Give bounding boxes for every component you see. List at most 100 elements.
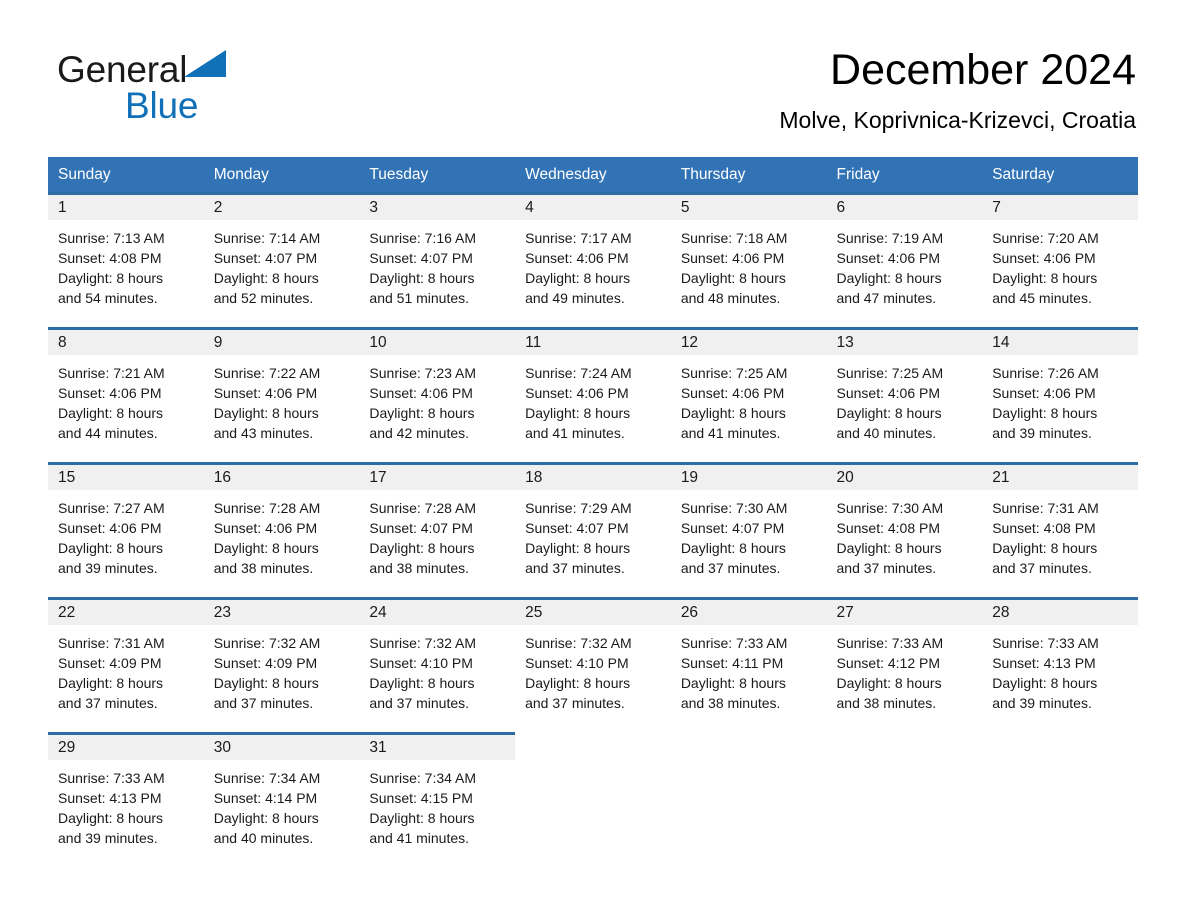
sunrise-text: Sunrise: 7:33 AM bbox=[836, 635, 944, 651]
sunset-text: Sunset: 4:06 PM bbox=[836, 385, 941, 401]
calendar-day-cell[interactable]: 19 Sunrise: 7:30 AM Sunset: 4:07 PM Dayligh… bbox=[670, 462, 827, 591]
sunset-text: Sunset: 4:07 PM bbox=[369, 520, 473, 536]
day-number-band: 3 bbox=[359, 195, 516, 220]
daylight-text-line1: Daylight: 8 hours bbox=[992, 270, 1098, 286]
calendar-day-cell[interactable]: 27 Sunrise: 7:33 AM Sunset: 4:12 PM Dayligh… bbox=[826, 597, 983, 726]
calendar-day-cell[interactable]: 3 Sunrise: 7:16 AM Sunset: 4:07 PM Daylight… bbox=[359, 192, 516, 321]
day-number: 6 bbox=[836, 199, 846, 216]
daylight-text-line2: and 38 minutes. bbox=[836, 695, 937, 711]
brand-logo[interactable]: General Blue bbox=[57, 48, 357, 128]
day-number: 18 bbox=[525, 469, 543, 486]
sunset-text: Sunset: 4:11 PM bbox=[680, 655, 784, 671]
day-cell-details: Sunrise: 7:22 AM Sunset: 4:06 PM Daylight:… bbox=[204, 355, 360, 443]
day-number: 28 bbox=[992, 604, 1010, 621]
sunrise-text: Sunrise: 7:26 AM bbox=[992, 365, 1099, 381]
daylight-text-line1: Daylight: 8 hours bbox=[58, 270, 164, 286]
calendar-day-cell[interactable]: 2 Sunrise: 7:14 AM Sunset: 4:07 PM Daylight… bbox=[203, 192, 360, 321]
day-cell-inner: 15 Sunrise: 7:27 AM Sunset: 4:06 PM Dayligh… bbox=[48, 462, 204, 591]
day-number-band: 19 bbox=[670, 465, 827, 490]
calendar-day-cell[interactable]: 17 Sunrise: 7:28 AM Sunset: 4:07 PM Dayligh… bbox=[359, 462, 516, 591]
day-number: 5 bbox=[680, 199, 690, 216]
daylight-text-line2: and 54 minutes. bbox=[58, 290, 158, 306]
day-number: 1 bbox=[58, 199, 67, 216]
day-cell-inner: 13 Sunrise: 7:25 AM Sunset: 4:06 PM Dayligh… bbox=[826, 327, 983, 456]
calendar-day-cell[interactable]: 24 Sunrise: 7:32 AM Sunset: 4:10 PM Dayligh… bbox=[359, 597, 516, 726]
calendar-day-cell[interactable]: 25 Sunrise: 7:32 AM Sunset: 4:10 PM Dayligh… bbox=[515, 597, 671, 726]
daylight-text-line1: Daylight: 8 hours bbox=[58, 810, 164, 826]
calendar-day-cell[interactable]: 8 Sunrise: 7:21 AM Sunset: 4:06 PM Daylight… bbox=[48, 327, 204, 456]
daylight-text-line2: and 38 minutes. bbox=[369, 560, 470, 576]
daylight-text-line1: Daylight: 8 hours bbox=[369, 270, 475, 286]
day-cell-details: Sunrise: 7:24 AM Sunset: 4:06 PM Daylight:… bbox=[515, 355, 671, 443]
day-number-band: 14 bbox=[982, 330, 1138, 355]
sunset-text: Sunset: 4:12 PM bbox=[836, 655, 941, 671]
calendar-day-cell[interactable]: 14 Sunrise: 7:26 AM Sunset: 4:06 PM Dayligh… bbox=[982, 327, 1138, 456]
day-number-band: 15 bbox=[48, 465, 204, 490]
calendar-day-cell[interactable]: 28 Sunrise: 7:33 AM Sunset: 4:13 PM Dayligh… bbox=[982, 597, 1138, 726]
calendar-day-cell[interactable]: 12 Sunrise: 7:25 AM Sunset: 4:06 PM Dayligh… bbox=[670, 327, 827, 456]
day-number: 26 bbox=[680, 604, 699, 621]
daylight-text-line1: Daylight: 8 hours bbox=[680, 540, 786, 556]
daylight-text-line2: and 39 minutes. bbox=[58, 830, 158, 846]
day-number: 14 bbox=[992, 334, 1010, 351]
day-number: 11 bbox=[525, 334, 542, 351]
day-number-band: 29 bbox=[48, 735, 204, 760]
day-cell-details: Sunrise: 7:34 AM Sunset: 4:15 PM Daylight:… bbox=[359, 760, 515, 848]
day-cell-details: Sunrise: 7:21 AM Sunset: 4:06 PM Daylight:… bbox=[48, 355, 204, 443]
calendar-day-cell[interactable]: 29 Sunrise: 7:33 AM Sunset: 4:13 PM Dayligh… bbox=[48, 732, 204, 861]
weekday-header-thursday: Thursday bbox=[670, 157, 827, 192]
daylight-text-line1: Daylight: 8 hours bbox=[680, 675, 786, 691]
day-number: 7 bbox=[992, 199, 1001, 216]
calendar-day-cell[interactable]: 21 Sunrise: 7:31 AM Sunset: 4:08 PM Dayligh… bbox=[982, 462, 1138, 591]
day-number-band: 7 bbox=[982, 195, 1138, 220]
calendar-day-cell[interactable]: 31 Sunrise: 7:34 AM Sunset: 4:15 PM Dayligh… bbox=[359, 732, 516, 861]
calendar-day-cell[interactable]: 15 Sunrise: 7:27 AM Sunset: 4:06 PM Dayligh… bbox=[48, 462, 204, 591]
daylight-text-line2: and 38 minutes. bbox=[680, 695, 781, 711]
calendar-day-cell[interactable]: 5 Sunrise: 7:18 AM Sunset: 4:06 PM Daylight… bbox=[670, 192, 827, 321]
calendar-day-cell[interactable]: 10 Sunrise: 7:23 AM Sunset: 4:06 PM Dayligh… bbox=[359, 327, 516, 456]
calendar-day-cell[interactable]: 7 Sunrise: 7:20 AM Sunset: 4:06 PM Daylight… bbox=[982, 192, 1138, 321]
day-cell-details: Sunrise: 7:32 AM Sunset: 4:09 PM Daylight:… bbox=[204, 625, 360, 713]
sunset-text: Sunset: 4:10 PM bbox=[525, 655, 629, 671]
day-number: 31 bbox=[369, 739, 387, 756]
day-cell-details: Sunrise: 7:27 AM Sunset: 4:06 PM Daylight:… bbox=[48, 490, 204, 578]
calendar-day-cell[interactable]: 18 Sunrise: 7:29 AM Sunset: 4:07 PM Dayligh… bbox=[515, 462, 671, 591]
day-cell-inner: 21 Sunrise: 7:31 AM Sunset: 4:08 PM Dayligh… bbox=[982, 462, 1138, 591]
calendar-day-cell[interactable]: 11 Sunrise: 7:24 AM Sunset: 4:06 PM Dayligh… bbox=[515, 327, 671, 456]
day-number: 16 bbox=[213, 469, 231, 486]
day-cell-details: Sunrise: 7:34 AM Sunset: 4:14 PM Daylight:… bbox=[204, 760, 360, 848]
sunset-text: Sunset: 4:07 PM bbox=[680, 520, 785, 536]
calendar-day-cell[interactable]: 4 Sunrise: 7:17 AM Sunset: 4:06 PM Daylight… bbox=[515, 192, 671, 321]
day-number-band: 5 bbox=[670, 195, 827, 220]
weekday-header-wednesday: Wednesday bbox=[515, 157, 671, 192]
day-number: 24 bbox=[369, 604, 387, 621]
calendar-day-cell[interactable]: 20 Sunrise: 7:30 AM Sunset: 4:08 PM Dayligh… bbox=[826, 462, 983, 591]
daylight-text-line2: and 37 minutes. bbox=[369, 695, 470, 711]
sunset-text: Sunset: 4:09 PM bbox=[58, 655, 162, 671]
sunset-text: Sunset: 4:13 PM bbox=[58, 790, 162, 806]
calendar-day-cell[interactable]: 16 Sunrise: 7:28 AM Sunset: 4:06 PM Dayligh… bbox=[203, 462, 360, 591]
title-block: December 2024 Molve, Koprivnica-Krizevci… bbox=[779, 44, 1136, 134]
day-number: 27 bbox=[836, 604, 854, 621]
day-cell-details: Sunrise: 7:26 AM Sunset: 4:06 PM Daylight:… bbox=[982, 355, 1138, 443]
calendar-day-cell[interactable]: 30 Sunrise: 7:34 AM Sunset: 4:14 PM Dayligh… bbox=[203, 732, 360, 861]
calendar-day-cell[interactable]: 26 Sunrise: 7:33 AM Sunset: 4:11 PM Dayligh… bbox=[670, 597, 827, 726]
sunset-text: Sunset: 4:06 PM bbox=[680, 385, 785, 401]
calendar-day-cell[interactable]: 1 Sunrise: 7:13 AM Sunset: 4:08 PM Daylight… bbox=[48, 192, 204, 321]
calendar-day-cell[interactable]: 22 Sunrise: 7:31 AM Sunset: 4:09 PM Dayligh… bbox=[48, 597, 204, 726]
day-cell-details: Sunrise: 7:33 AM Sunset: 4:13 PM Daylight:… bbox=[982, 625, 1138, 713]
day-number-band: 30 bbox=[203, 735, 360, 760]
daylight-text-line1: Daylight: 8 hours bbox=[58, 540, 164, 556]
sunrise-text: Sunrise: 7:25 AM bbox=[836, 365, 944, 381]
day-number-band: 17 bbox=[359, 465, 516, 490]
sunset-text: Sunset: 4:08 PM bbox=[58, 250, 162, 266]
calendar-day-cell[interactable]: 6 Sunrise: 7:19 AM Sunset: 4:06 PM Daylight… bbox=[826, 192, 983, 321]
sunset-text: Sunset: 4:06 PM bbox=[213, 520, 318, 536]
day-cell-details: Sunrise: 7:17 AM Sunset: 4:06 PM Daylight:… bbox=[515, 220, 671, 308]
calendar-day-cell[interactable]: 13 Sunrise: 7:25 AM Sunset: 4:06 PM Dayligh… bbox=[826, 327, 983, 456]
day-cell-inner: 10 Sunrise: 7:23 AM Sunset: 4:06 PM Dayligh… bbox=[359, 327, 516, 456]
sunrise-text: Sunrise: 7:30 AM bbox=[680, 500, 788, 516]
calendar-day-cell[interactable]: 9 Sunrise: 7:22 AM Sunset: 4:06 PM Daylight… bbox=[203, 327, 360, 456]
day-cell-inner: 17 Sunrise: 7:28 AM Sunset: 4:07 PM Dayligh… bbox=[359, 462, 516, 591]
calendar-day-cell[interactable]: 23 Sunrise: 7:32 AM Sunset: 4:09 PM Dayligh… bbox=[203, 597, 360, 726]
